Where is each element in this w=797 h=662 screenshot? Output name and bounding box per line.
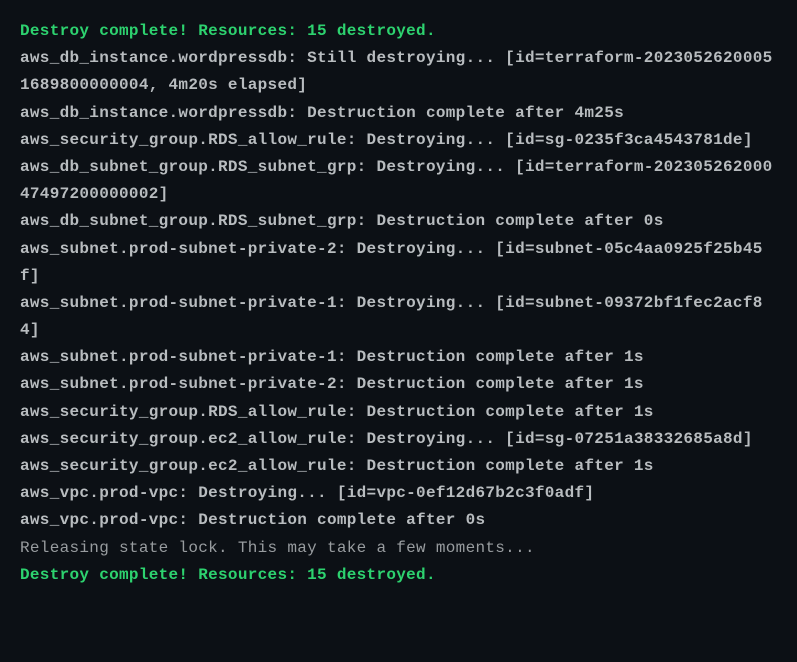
terminal-line-subnet1-destroying: aws_subnet.prod-subnet-private-1: Destro… — [20, 290, 777, 344]
terminal-line-subnet2-complete: aws_subnet.prod-subnet-private-2: Destru… — [20, 371, 777, 398]
terminal-line-db-destroying: aws_db_instance.wordpressdb: Still destr… — [20, 45, 777, 99]
terminal-line-destroy-complete-bottom: Destroy complete! Resources: 15 destroye… — [20, 562, 777, 589]
terminal-line-ec2-sg-complete: aws_security_group.ec2_allow_rule: Destr… — [20, 453, 777, 480]
terminal-line-vpc-complete: aws_vpc.prod-vpc: Destruction complete a… — [20, 507, 777, 534]
terminal-line-subnet-grp-destroying: aws_db_subnet_group.RDS_subnet_grp: Dest… — [20, 154, 777, 208]
terminal-line-rds-sg-complete: aws_security_group.RDS_allow_rule: Destr… — [20, 399, 777, 426]
terminal-line-vpc-destroying: aws_vpc.prod-vpc: Destroying... [id=vpc-… — [20, 480, 777, 507]
terminal-line-rds-sg-destroying: aws_security_group.RDS_allow_rule: Destr… — [20, 127, 777, 154]
terminal-line-db-complete: aws_db_instance.wordpressdb: Destruction… — [20, 100, 777, 127]
terminal-line-subnet2-destroying: aws_subnet.prod-subnet-private-2: Destro… — [20, 236, 777, 290]
terminal-line-state-lock: Releasing state lock. This may take a fe… — [20, 535, 777, 562]
terminal-line-subnet1-complete: aws_subnet.prod-subnet-private-1: Destru… — [20, 344, 777, 371]
terminal-line-destroy-complete-top: Destroy complete! Resources: 15 destroye… — [20, 18, 777, 45]
terminal-line-subnet-grp-complete: aws_db_subnet_group.RDS_subnet_grp: Dest… — [20, 208, 777, 235]
terminal-line-ec2-sg-destroying: aws_security_group.ec2_allow_rule: Destr… — [20, 426, 777, 453]
